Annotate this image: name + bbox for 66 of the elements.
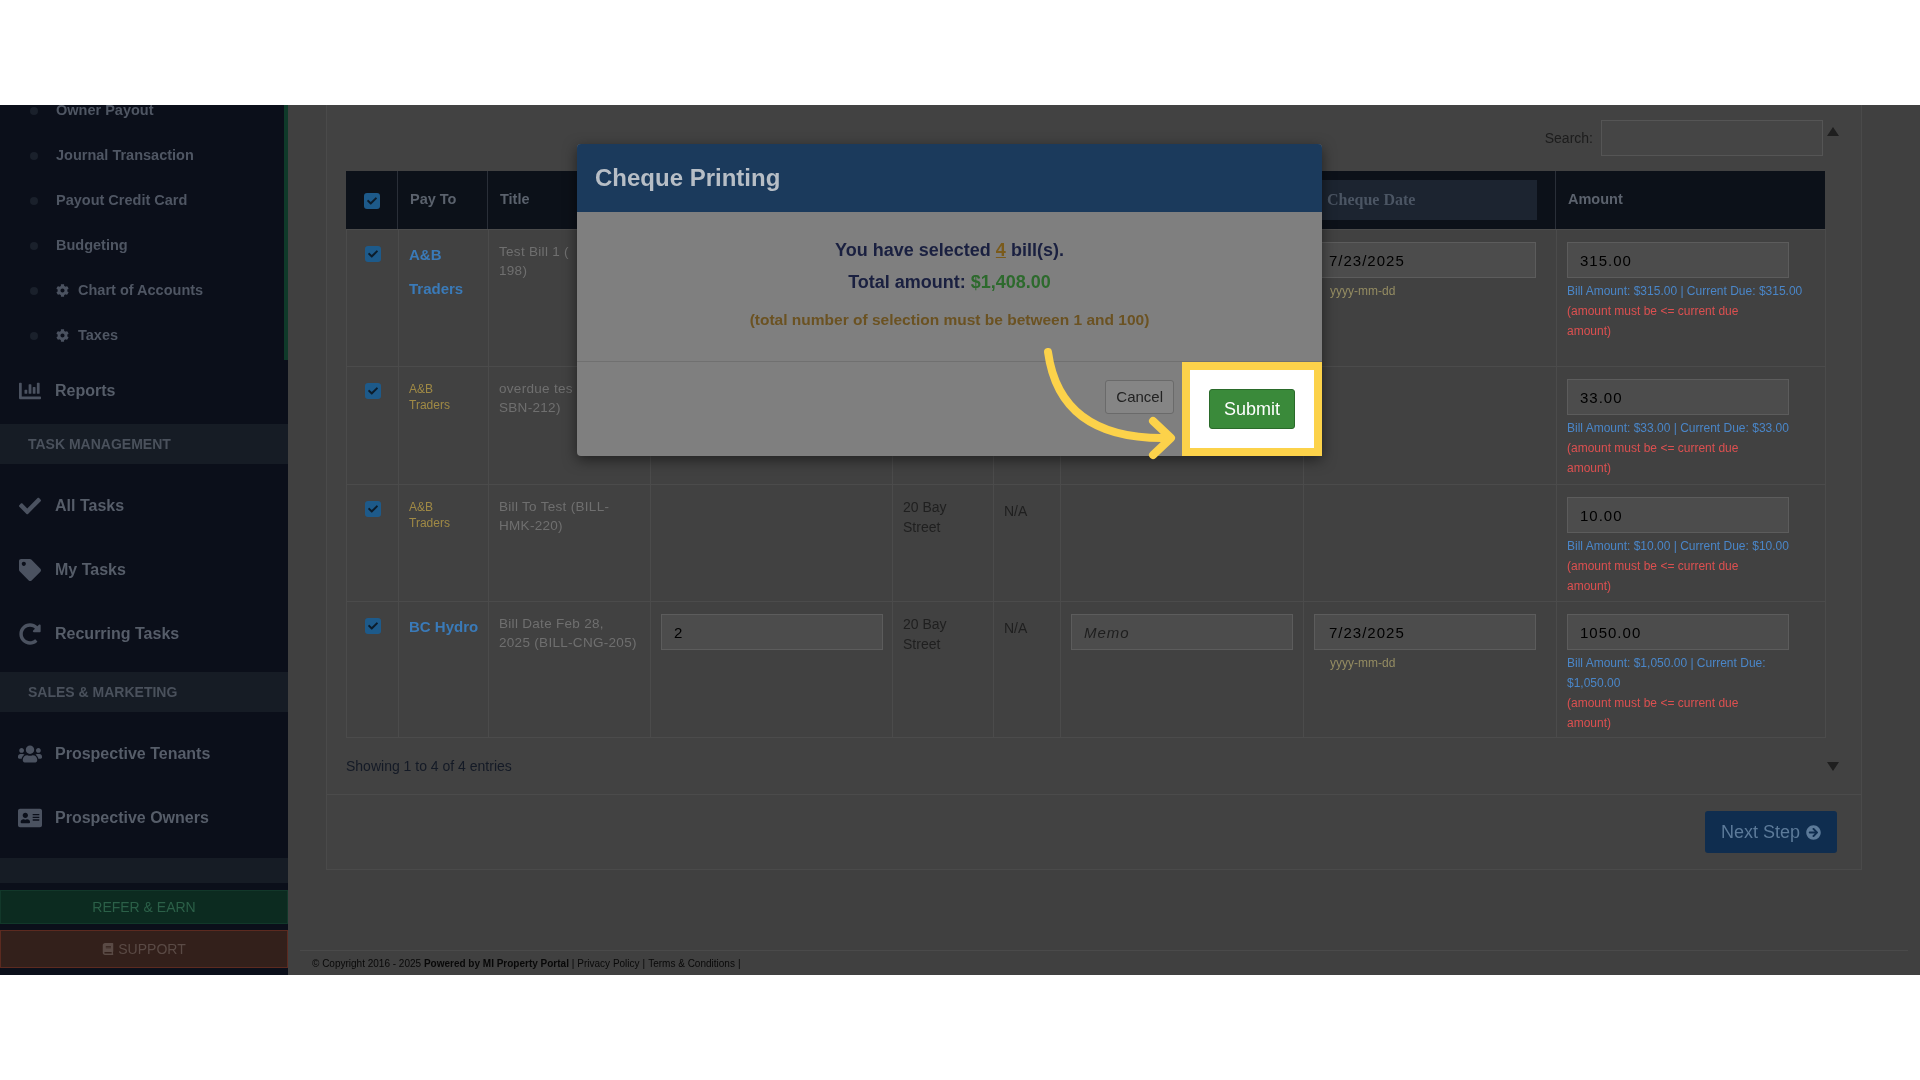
amount-warning: (amount must be <= current due amount) <box>1567 558 1740 595</box>
sidebar-item[interactable]: Recurring Tasks <box>55 622 180 646</box>
checkmark-icon <box>367 504 378 514</box>
vendor-name: A&B Traders <box>409 499 451 531</box>
amount-warning: (amount must be <= current due amount) <box>1567 303 1740 340</box>
sidebar-item[interactable]: My Tasks <box>55 558 126 582</box>
sidebar-subitem[interactable]: Payout Credit Card <box>56 189 188 212</box>
checkmark-icon <box>366 196 377 206</box>
cancel-button[interactable]: Cancel <box>1105 380 1174 414</box>
footer-link[interactable]: Privacy Policy <box>577 955 640 971</box>
sidebar-subitem[interactable]: Chart of Accounts <box>78 279 204 302</box>
selection-note: (total number of selection must be between 1 and 100) <box>749 309 1150 330</box>
input-field[interactable]: 2 <box>661 614 883 650</box>
separator-text: | <box>737 956 741 971</box>
amount-warning: (amount must be <= current due amount) <box>1567 695 1740 732</box>
amount-info: Bill Amount: $315.00 | Current Due: $315.00 <box>1567 283 1804 300</box>
date-field[interactable]: 7/23/2025 <box>1314 614 1536 650</box>
checkbox[interactable] <box>364 618 381 634</box>
sidebar-subitem[interactable]: Journal Transaction <box>56 144 194 167</box>
date-hint: yyyy-mm-dd <box>1330 283 1397 300</box>
total-amount-text: Total amount: $1,408.00 <box>848 270 1051 294</box>
column-header[interactable]: Title <box>500 189 530 211</box>
amount-field[interactable]: 10.00 <box>1567 497 1789 533</box>
sidebar-item[interactable]: Reports <box>55 379 116 403</box>
settings-icon <box>56 284 69 297</box>
scroll-up-icon[interactable] <box>1827 127 1839 136</box>
column-header[interactable]: Amount <box>1568 189 1623 211</box>
id-card-icon <box>18 807 42 829</box>
scroll-down-icon[interactable] <box>1827 761 1839 771</box>
sidebar-item[interactable]: All Tasks <box>55 494 125 518</box>
vendor-name: A&B Traders <box>409 381 451 413</box>
amount-info: Bill Amount: $33.00 | Current Due: $33.00 <box>1567 420 1790 437</box>
date-hint: yyyy-mm-dd <box>1330 655 1397 672</box>
scroll-thumb[interactable] <box>284 105 288 360</box>
sidebar-item[interactable]: Prospective Tenants <box>55 742 211 766</box>
dialog-title: Cheque Printing <box>595 162 781 193</box>
amount-field[interactable]: 315.00 <box>1567 242 1789 278</box>
people-icon <box>18 743 42 765</box>
amount-info: Bill Amount: $1,050.00 | Current Due: $1,050.00 <box>1567 655 1767 692</box>
sidebar-item[interactable]: Prospective Owners <box>55 806 209 830</box>
amount-field[interactable]: 1050.00 <box>1567 614 1789 650</box>
checkbox[interactable] <box>364 246 381 262</box>
sidebar-subitem[interactable]: Budgeting <box>56 234 128 257</box>
column-header[interactable]: Pay To <box>410 189 457 211</box>
tag-icon <box>18 559 42 581</box>
separator-text: | <box>642 956 646 971</box>
refresh-icon <box>18 623 42 645</box>
checkbox[interactable] <box>364 501 381 517</box>
checkmark-icon <box>18 495 42 517</box>
bar-chart-icon <box>18 380 42 402</box>
checkmark-icon <box>367 386 378 396</box>
amount-warning: (amount must be <= current due amount) <box>1567 440 1740 477</box>
amount-info: Bill Amount: $10.00 | Current Due: $10.00 <box>1567 538 1790 555</box>
checkbox[interactable] <box>363 193 380 209</box>
selection-text: You have selected 4 bill(s). <box>835 238 1064 262</box>
settings-icon <box>56 329 69 342</box>
next-step-button[interactable]: Next Step <box>1704 811 1837 853</box>
arrow-right-icon <box>1806 824 1821 840</box>
sidebar-subitem[interactable]: Owner Payout <box>56 105 154 122</box>
checkmark-icon <box>367 249 378 259</box>
sidebar-subitem[interactable]: Taxes <box>78 324 119 347</box>
amount-field[interactable]: 33.00 <box>1567 379 1789 415</box>
checkbox[interactable] <box>364 383 381 399</box>
book-icon <box>102 943 115 955</box>
checkmark-icon <box>367 621 378 631</box>
submit-button[interactable]: Submit <box>1209 389 1295 429</box>
